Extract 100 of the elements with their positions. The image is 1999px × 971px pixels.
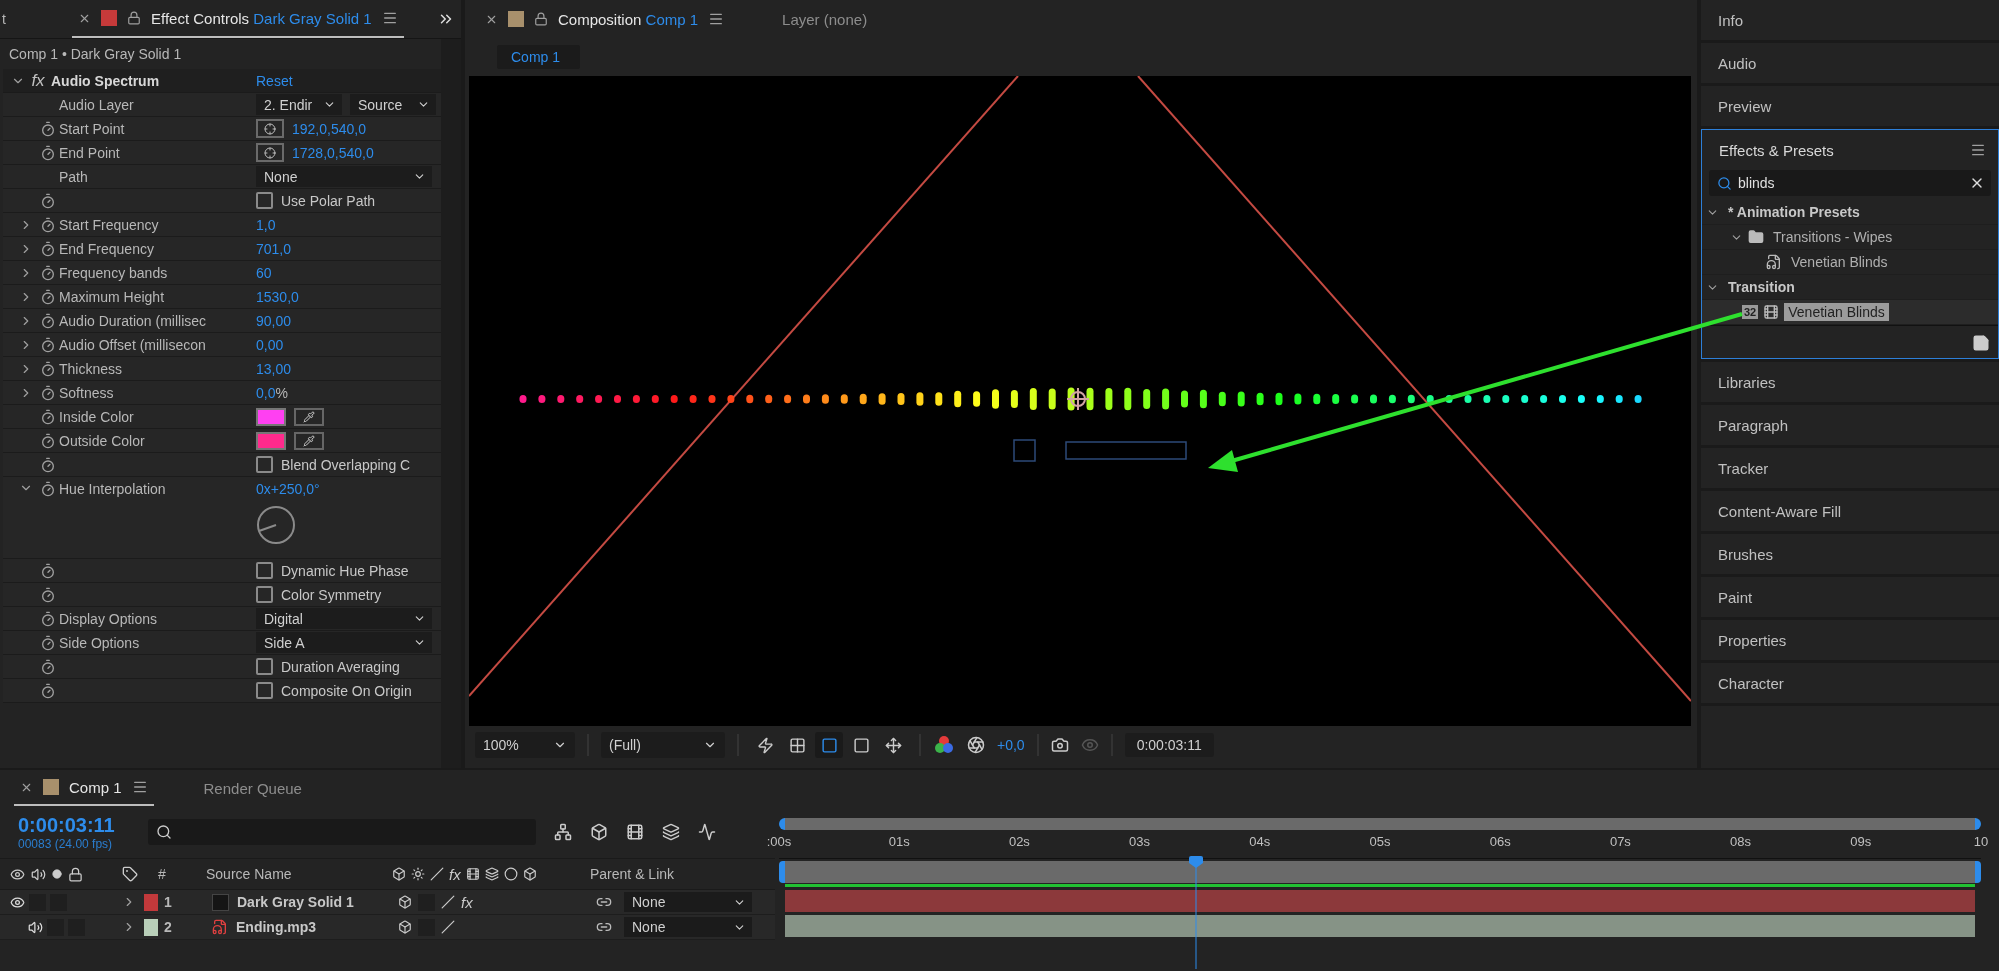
property-value[interactable]: 0,0 [256, 384, 276, 401]
eyedropper-button[interactable] [294, 407, 324, 426]
option-dropdown[interactable]: None [256, 166, 432, 187]
playhead[interactable] [1189, 856, 1204, 969]
color-channels-icon[interactable] [933, 735, 955, 755]
effect-controls-tab[interactable]: Effect Controls Dark Gray Solid 1 [151, 9, 372, 27]
color-swatch[interactable] [256, 431, 286, 450]
eyedropper-button[interactable] [294, 431, 324, 450]
resolution-dropdown[interactable]: (Full) [601, 732, 725, 758]
layer-name[interactable]: Ending.mp3 [236, 919, 317, 935]
fx-label: fx [30, 70, 46, 91]
ruler-label: 03s [1129, 834, 1151, 849]
lock-icon[interactable] [127, 11, 141, 25]
camera-icon[interactable] [1050, 736, 1069, 754]
exposure-value[interactable]: +0,0 [997, 737, 1025, 753]
composition-flowchart-icon[interactable] [554, 823, 572, 841]
new-preset-icon[interactable] [1972, 334, 1990, 352]
layer-search-field[interactable] [148, 819, 536, 845]
checkbox-label: Use Polar Path [281, 192, 376, 209]
property-value[interactable]: 1530,0 [256, 288, 299, 305]
timeline-tab[interactable]: Comp 1 [69, 778, 122, 796]
property-label: Start Frequency [59, 216, 160, 233]
frame-blending-icon[interactable] [626, 823, 644, 841]
property-value[interactable]: 60 [256, 264, 272, 281]
label-color-swatch[interactable] [144, 918, 158, 936]
property-value[interactable]: 1,0 [256, 216, 276, 233]
square-icon [852, 736, 870, 754]
grid-icon [788, 736, 806, 754]
speaker-icon[interactable] [28, 919, 43, 935]
panel-header[interactable]: Preview [1701, 86, 1999, 126]
eye-icon[interactable] [10, 894, 25, 910]
menu-icon[interactable] [708, 11, 725, 27]
ruler-label: 06s [1489, 834, 1511, 849]
search-field[interactable]: blinds [1709, 170, 1991, 196]
render-queue-tab[interactable]: Render Queue [203, 779, 302, 797]
option-dropdown[interactable]: Side A [256, 632, 432, 653]
checkbox[interactable] [256, 562, 273, 579]
checkbox[interactable] [256, 192, 273, 209]
panel-header[interactable]: Brushes [1701, 534, 1999, 574]
layer-handle[interactable] [1013, 439, 1036, 462]
panel-header[interactable]: Info [1701, 0, 1999, 40]
tree-item[interactable]: * Animation Presets [1724, 203, 1864, 221]
property-value[interactable]: 0x+250,0° [256, 481, 320, 497]
checkbox[interactable] [256, 586, 273, 603]
checkbox-label: Duration Averaging [281, 658, 400, 675]
panel-header[interactable]: Audio [1701, 43, 1999, 83]
panel-header[interactable]: Libraries [1701, 362, 1999, 402]
current-timecode[interactable]: 0:00:03:11 [18, 813, 130, 837]
comp-viewer-tab[interactable]: Comp 1 [497, 45, 581, 69]
target-button[interactable] [256, 119, 284, 138]
property-value[interactable]: 1728,0,540,0 [292, 144, 374, 161]
composition-tab[interactable]: Composition Comp 1 [558, 10, 699, 28]
layer-tab[interactable]: Layer (none) [782, 10, 868, 28]
color-swatch[interactable] [256, 407, 286, 426]
lock-icon[interactable] [534, 12, 548, 26]
tree-item[interactable]: Venetian Blinds [1787, 253, 1892, 271]
reset-link[interactable]: Reset [256, 72, 441, 89]
panel-header[interactable]: Properties [1701, 620, 1999, 660]
ruler-label: 08s [1730, 834, 1752, 849]
current-time-field[interactable]: 0:00:03:11 [1124, 733, 1214, 757]
graph-editor-icon[interactable] [698, 823, 716, 841]
crosshair-icon [264, 122, 276, 135]
option-dropdown[interactable]: Digital [256, 608, 432, 629]
zoom-dropdown[interactable]: 100% [475, 732, 575, 758]
menu-icon[interactable] [381, 10, 398, 26]
checkbox[interactable] [256, 456, 273, 473]
panel-header[interactable]: Tracker [1701, 448, 1999, 488]
panel-header[interactable]: Character [1701, 663, 1999, 703]
label-color-swatch[interactable] [144, 893, 158, 911]
bit-depth-badge: 32 [1742, 305, 1759, 319]
exposure-icon[interactable] [967, 736, 985, 754]
view-toggle-button[interactable] [815, 732, 843, 758]
parent-dropdown[interactable]: None [624, 892, 752, 912]
property-value[interactable]: 0,00 [256, 336, 284, 353]
menu-icon[interactable] [1970, 142, 1986, 158]
checkbox[interactable] [256, 658, 273, 675]
panel-header[interactable]: Content-Aware Fill [1701, 491, 1999, 531]
layer-name[interactable]: Dark Gray Solid 1 [237, 894, 354, 910]
tree-item[interactable]: Transitions - Wipes [1769, 228, 1897, 246]
property-value[interactable]: 90,00 [256, 312, 292, 329]
layer-dropdown[interactable]: Source [350, 94, 436, 115]
property-value[interactable]: 13,00 [256, 360, 292, 377]
panel-header[interactable]: Paint [1701, 577, 1999, 617]
angle-dial[interactable] [256, 505, 296, 545]
panel-header[interactable]: Paragraph [1701, 405, 1999, 445]
anchor-point-icon[interactable] [1066, 387, 1090, 411]
checkbox[interactable] [256, 682, 273, 699]
ruler-label: 02s [1008, 834, 1030, 849]
ruler-label: 01s [888, 834, 910, 849]
menu-icon[interactable] [131, 779, 148, 795]
checkbox-label: Dynamic Hue Phase [281, 562, 409, 579]
property-value[interactable]: 701,0 [256, 240, 292, 257]
tree-item[interactable]: Transition [1724, 278, 1799, 296]
parent-dropdown[interactable]: None [624, 917, 752, 937]
tree-item[interactable]: Venetian Blinds [1784, 303, 1889, 321]
checkbox-label: Composite On Origin [281, 682, 412, 699]
target-button[interactable] [256, 143, 284, 162]
property-value[interactable]: 192,0,540,0 [292, 120, 366, 137]
layer-dropdown[interactable]: 2. Endir [256, 94, 342, 115]
lock-icon [68, 866, 83, 882]
